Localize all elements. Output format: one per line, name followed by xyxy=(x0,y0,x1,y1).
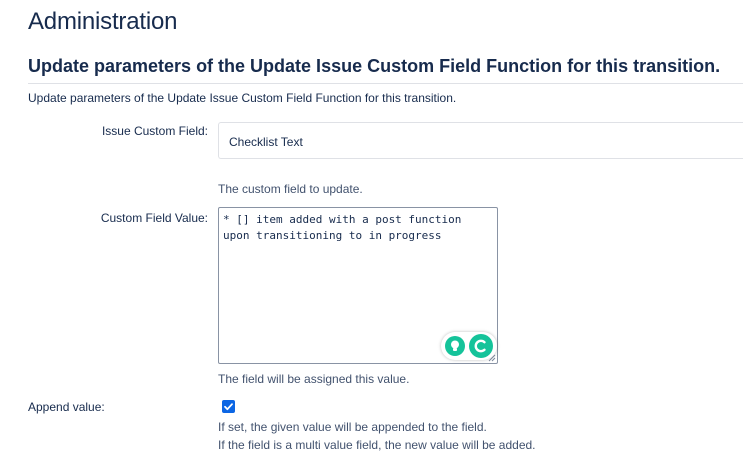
checkmark-icon xyxy=(224,403,233,411)
issue-custom-field-select[interactable]: Checklist Text xyxy=(218,122,743,159)
append-value-help-line-1: If set, the given value will be appended… xyxy=(218,420,487,434)
section-title: Update parameters of the Update Issue Cu… xyxy=(28,56,721,76)
custom-field-value-label: Custom Field Value: xyxy=(100,211,208,225)
append-value-label: Append value: xyxy=(28,400,105,414)
section-divider xyxy=(28,83,743,84)
custom-field-value-textarea[interactable]: * [] item added with a post function upo… xyxy=(218,207,498,364)
append-value-checkbox[interactable] xyxy=(222,400,235,413)
issue-custom-field-label: Issue Custom Field: xyxy=(101,124,208,138)
custom-field-value-help: The field will be assigned this value. xyxy=(218,372,410,386)
append-value-help-line-2: If the field is a multi value field, the… xyxy=(218,438,536,452)
custom-field-value-text: * [] item added with a post function upo… xyxy=(223,213,462,242)
section-description: Update parameters of the Update Issue Cu… xyxy=(28,91,457,105)
page-title: Administration xyxy=(28,8,178,35)
issue-custom-field-selected-value: Checklist Text xyxy=(229,135,303,149)
administration-page: Administration Update parameters of the … xyxy=(0,0,743,460)
lightbulb-icon[interactable] xyxy=(445,336,465,356)
resize-grip-icon[interactable] xyxy=(488,354,496,362)
issue-custom-field-help: The custom field to update. xyxy=(218,182,363,196)
